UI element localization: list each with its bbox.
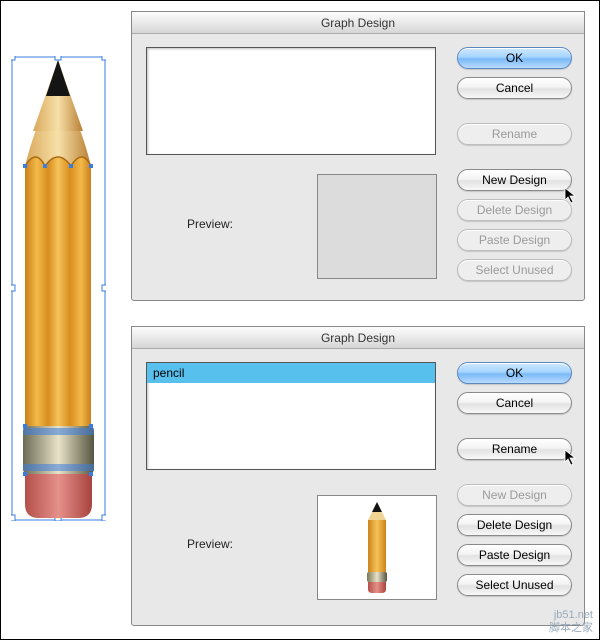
new-design-button[interactable]: New Design — [457, 169, 572, 191]
dialog-title: Graph Design — [132, 327, 584, 349]
preview-label: Preview: — [187, 217, 233, 231]
button-column: OK Cancel Rename New Design Delete Desig… — [457, 362, 572, 596]
preview-box — [317, 174, 437, 279]
ok-button[interactable]: OK — [457, 362, 572, 384]
paste-design-button[interactable]: Paste Design — [457, 544, 572, 566]
dialog-title: Graph Design — [132, 12, 584, 34]
pencil-icon — [11, 56, 106, 521]
new-design-button: New Design — [457, 484, 572, 506]
cancel-button[interactable]: Cancel — [457, 77, 572, 99]
pencil-preview-icon — [357, 500, 397, 595]
watermark-line: jb51.net — [549, 609, 593, 622]
graph-design-dialog-1: Graph Design Preview: OK Cancel Rename N… — [131, 11, 585, 301]
paste-design-button: Paste Design — [457, 229, 572, 251]
preview-box — [317, 495, 437, 600]
list-item[interactable]: pencil — [147, 363, 435, 383]
graph-design-dialog-2: Graph Design pencil Preview: OK Cancel R… — [131, 326, 585, 626]
rename-button: Rename — [457, 123, 572, 145]
delete-design-button[interactable]: Delete Design — [457, 514, 572, 536]
watermark-line: 脚本之家 — [549, 622, 593, 635]
delete-design-button: Delete Design — [457, 199, 572, 221]
select-unused-button: Select Unused — [457, 259, 572, 281]
pencil-artwork — [11, 56, 106, 521]
select-unused-button[interactable]: Select Unused — [457, 574, 572, 596]
watermark: jb51.net 脚本之家 — [549, 609, 593, 635]
rename-button[interactable]: Rename — [457, 438, 572, 460]
preview-label: Preview: — [187, 537, 233, 551]
button-column: OK Cancel Rename New Design Delete Desig… — [457, 47, 572, 281]
ok-button[interactable]: OK — [457, 47, 572, 69]
design-listbox[interactable]: pencil — [146, 362, 436, 470]
cancel-button[interactable]: Cancel — [457, 392, 572, 414]
design-listbox[interactable] — [146, 47, 436, 155]
